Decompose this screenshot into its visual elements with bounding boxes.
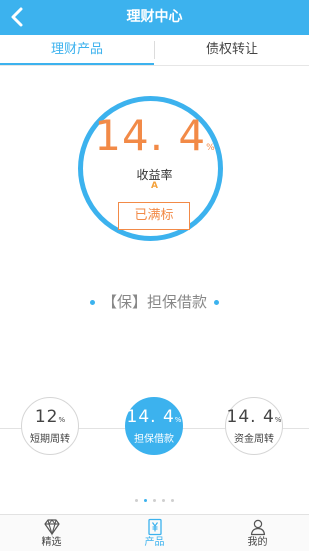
user-icon: [250, 519, 265, 536]
bottom-nav: 精选 产品 我的: [0, 514, 309, 551]
product-rate: 14. 4%: [126, 407, 182, 430]
product-rate-unit: %: [274, 416, 282, 424]
featured-rate-unit: %: [206, 143, 215, 153]
product-rate-value: 12: [34, 407, 59, 427]
bullet-dot-left: [89, 300, 95, 305]
product-name-text: 【保】担保借款: [101, 293, 207, 311]
active-tab-indicator: [0, 63, 154, 65]
product-card-guaranteed-loan[interactable]: 14. 4% 担保借款: [125, 397, 183, 455]
product-rate-unit: %: [174, 416, 182, 424]
page-title: 理财中心: [126, 9, 183, 25]
product-rate-value: 14. 4: [126, 407, 175, 427]
diamond-icon: [43, 519, 60, 536]
app-header: 理财中心: [0, 0, 309, 35]
featured-rate-value: 14. 4: [94, 111, 207, 160]
featured-rate: 14. 4%: [0, 110, 309, 174]
product-rate: 14. 4%: [226, 407, 282, 430]
product-rate-value: 14. 4: [226, 407, 275, 427]
product-label: 担保借款: [134, 434, 174, 445]
risk-grade: A: [151, 181, 158, 191]
tab-debt-transfer[interactable]: 债权转让: [155, 35, 309, 65]
product-name: 【保】担保借款: [0, 290, 309, 314]
tab-bar: 理财产品 债权转让: [0, 35, 309, 66]
product-card-capital-turnover[interactable]: 14. 4% 资金周转: [225, 397, 283, 455]
page-dot[interactable]: [153, 499, 156, 502]
nav-featured-label: 精选: [41, 537, 62, 548]
product-card-short-term[interactable]: 12% 短期周转: [21, 397, 79, 455]
page-dot-active[interactable]: [144, 499, 147, 502]
nav-mine[interactable]: 我的: [206, 515, 309, 551]
nav-products-label: 产品: [144, 537, 165, 548]
product-label: 资金周转: [234, 434, 274, 445]
page-dot[interactable]: [135, 499, 138, 502]
page-indicator: [0, 499, 309, 505]
page-dot[interactable]: [171, 499, 174, 502]
page-dot[interactable]: [162, 499, 165, 502]
status-button[interactable]: 已满标: [118, 202, 190, 230]
product-rate-unit: %: [58, 416, 66, 424]
nav-products[interactable]: 产品: [103, 515, 206, 551]
yuan-document-icon: [147, 518, 162, 536]
product-label: 短期周转: [30, 434, 70, 445]
nav-featured[interactable]: 精选: [0, 515, 103, 551]
bullet-dot-right: [214, 300, 219, 305]
nav-mine-label: 我的: [247, 537, 268, 548]
tab-products[interactable]: 理财产品: [0, 35, 154, 65]
product-rate: 12%: [22, 407, 78, 430]
